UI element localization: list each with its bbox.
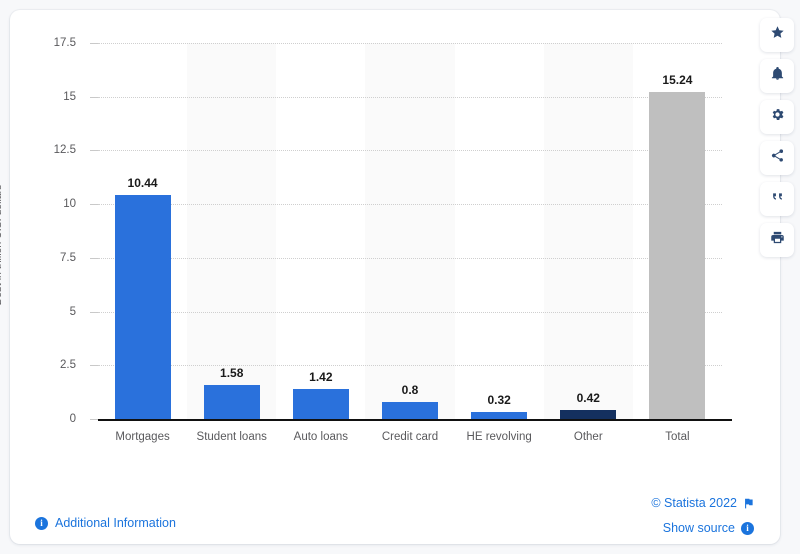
- y-axis-tick: [90, 311, 98, 313]
- x-axis-tick-label: Other: [573, 431, 603, 443]
- y-axis-tick-label: 7.5: [60, 251, 76, 264]
- y-axis-tick-label: 0: [69, 413, 76, 425]
- show-source-label: Show source: [662, 521, 735, 535]
- side-toolbar: [760, 18, 794, 257]
- bar-value-label: 10.44: [127, 175, 158, 190]
- gridline: [98, 43, 722, 44]
- bar[interactable]: 0.8: [382, 383, 438, 419]
- y-axis-tick-label: 10: [63, 198, 76, 211]
- y-axis-tick-label: 12.5: [53, 144, 76, 157]
- bar[interactable]: 1.58: [203, 366, 260, 419]
- bar-value-label: 1.58: [220, 366, 244, 381]
- plot-area: 10.44 1.58 1.42 0.8 0.32 0.42 15.24: [98, 43, 722, 419]
- print-icon: [770, 230, 785, 250]
- additional-information-link[interactable]: i Additional Information: [35, 516, 176, 530]
- gridline: [98, 311, 722, 313]
- bar[interactable]: 0.42: [560, 391, 617, 419]
- info-icon: i: [35, 516, 48, 530]
- y-axis-tick: [90, 204, 98, 206]
- notifications-button[interactable]: [760, 59, 794, 93]
- gridline: [98, 204, 722, 206]
- show-source-info-icon: i: [741, 521, 754, 535]
- chart-canvas: Debt in trillion U.S. dollars 10.44 1.58 1…: [0, 10, 780, 480]
- gear-icon: [770, 107, 785, 127]
- copyright-label: © Statista 2022: [651, 496, 737, 510]
- bar[interactable]: 15.24: [649, 73, 706, 419]
- x-axis-tick-label: Credit card: [381, 431, 439, 443]
- bar-value-label: 0.42: [576, 390, 600, 405]
- y-axis-tick-label: 2.5: [60, 359, 76, 372]
- y-axis-tick-label: 17.5: [53, 37, 76, 49]
- quote-icon: [770, 189, 785, 209]
- bar-value-label: 0.8: [401, 382, 419, 397]
- additional-information-label: Additional Information: [55, 516, 176, 530]
- settings-button[interactable]: [760, 100, 794, 134]
- bar[interactable]: 1.42: [292, 370, 349, 419]
- x-axis-line: [98, 419, 732, 421]
- x-axis-tick-label: Auto loans: [293, 431, 349, 443]
- y-axis-tick-label: 15: [63, 90, 76, 103]
- y-axis-tick: [90, 257, 98, 259]
- share-button[interactable]: [760, 141, 794, 175]
- category-band: [187, 43, 277, 419]
- y-axis-tick: [90, 96, 98, 98]
- y-axis-tick-label: 5: [69, 305, 76, 318]
- flag-icon: [745, 498, 753, 508]
- show-source-link[interactable]: Show source i: [663, 521, 754, 535]
- favorite-button[interactable]: [760, 18, 794, 52]
- bar[interactable]: 10.44: [114, 176, 171, 419]
- screenshot-root: Debt in trillion U.S. dollars 10.44 1.58 1…: [0, 0, 800, 554]
- cite-button[interactable]: [760, 182, 794, 216]
- bar-value-label: 15.24: [662, 72, 693, 87]
- gridline: [98, 257, 722, 259]
- copyright-link[interactable]: © Statista 2022: [651, 496, 754, 510]
- bar[interactable]: 0.32: [471, 393, 528, 419]
- gridline: [98, 365, 722, 367]
- x-axis-tick-label: HE revolving: [466, 431, 532, 443]
- category-band: [365, 43, 455, 419]
- bar-value-label: 1.42: [309, 369, 333, 384]
- bell-icon: [770, 66, 785, 86]
- y-axis-title: Debt in trillion U.S. dollars: [0, 184, 4, 306]
- x-axis-tick-label: Student loans: [196, 431, 267, 443]
- y-axis-tick: [90, 150, 98, 152]
- share-icon: [770, 148, 785, 168]
- star-icon: [770, 25, 785, 45]
- category-band: [543, 43, 633, 419]
- y-axis-tick: [90, 365, 98, 367]
- y-axis-tick: [90, 419, 98, 420]
- chart-card: Debt in trillion U.S. dollars 10.44 1.58 1…: [0, 10, 780, 544]
- y-axis-tick: [90, 43, 98, 44]
- x-axis-tick-label: Total: [665, 431, 690, 443]
- x-axis-tick-label: Mortgages: [115, 431, 170, 443]
- print-button[interactable]: [760, 223, 794, 257]
- gridline: [98, 150, 722, 152]
- gridline: [98, 96, 722, 98]
- bar-value-label: 0.32: [487, 393, 511, 408]
